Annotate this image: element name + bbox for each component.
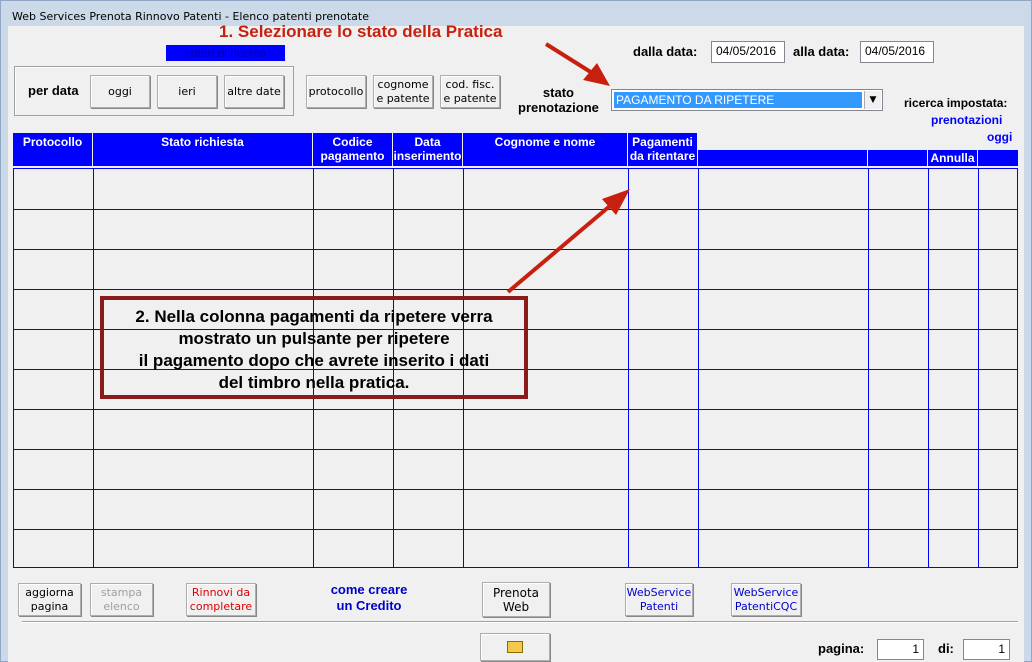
webservice-patenti-button[interactable]: WebService Patenti [625, 583, 693, 616]
come-creare-credito-link[interactable]: come creare un Credito [320, 582, 418, 614]
annotation-step2: 2. Nella colonna pagamenti da ripetere v… [100, 296, 528, 399]
aggiorna-pagina-button[interactable]: aggiorna pagina [18, 583, 81, 616]
di-label: di: [938, 641, 954, 656]
annotation-step2-line4: del timbro nella pratica. [218, 373, 410, 392]
annotation-step2-line2: mostrato un pulsante per ripetere [178, 329, 450, 348]
footer-divider [22, 621, 1018, 623]
pagina-input[interactable]: 1 [877, 639, 924, 660]
prenota-web-button[interactable]: Prenota Web [482, 582, 550, 617]
arrow-step2 [506, 203, 613, 294]
arrow-step1 [544, 42, 599, 78]
rinnovi-completare-button[interactable]: Rinnovi da completare [186, 583, 256, 616]
arrow-step1-head [583, 63, 610, 86]
stampa-elenco-button[interactable]: stampa elenco [90, 583, 153, 616]
folder-icon [507, 641, 523, 653]
di-input[interactable]: 1 [963, 639, 1010, 660]
webservice-cqc-button[interactable]: WebService PatentiCQC [731, 583, 801, 616]
annotation-step2-line3: il pagamento dopo che avrete inserito i … [138, 351, 490, 370]
pagina-label: pagina: [818, 641, 865, 656]
folder-button[interactable] [480, 633, 550, 661]
annotation-step2-line1: 2. Nella colonna pagamenti da ripetere v… [135, 307, 493, 326]
